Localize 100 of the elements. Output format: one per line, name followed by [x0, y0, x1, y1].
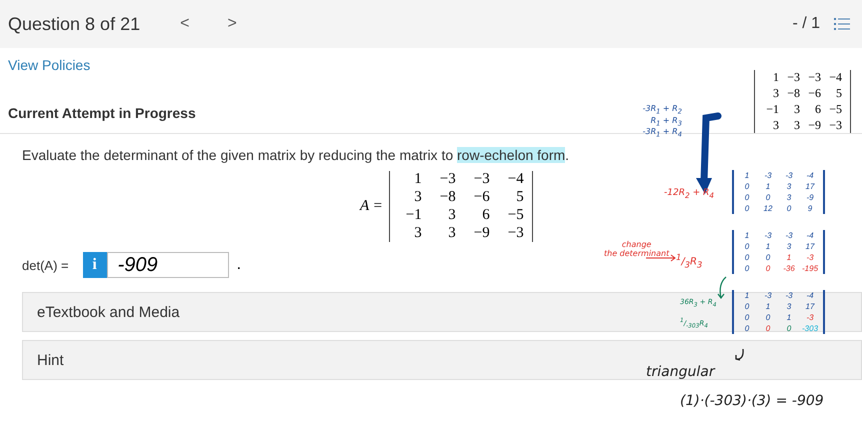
matrix-entry: 3 — [772, 86, 779, 101]
matrix-entry: -4 — [805, 290, 815, 301]
matrix-entry: 0 — [744, 263, 750, 274]
matrix-entry: −8 — [786, 86, 800, 101]
period: . — [236, 256, 242, 274]
next-button[interactable]: > — [213, 15, 251, 33]
matrix-entry: −3 — [786, 70, 800, 85]
matrix-entry: 0 — [744, 252, 750, 263]
matrix-entry: 3 — [793, 102, 800, 117]
matrix-entry: 3 — [793, 118, 800, 133]
matrix-entry: −3 — [828, 118, 842, 133]
matrix-entry: 0 — [764, 263, 772, 274]
matrix-entry: 0 — [764, 312, 772, 323]
matrix-entry: 0 — [744, 181, 750, 192]
matrix-entry: −9 — [807, 118, 821, 133]
matrix-entry: 1 — [764, 301, 772, 312]
matrix-entry: 5 — [835, 86, 842, 101]
matrix-entry: −4 — [828, 70, 842, 85]
curved-arrow-icon — [716, 276, 728, 300]
info-button[interactable]: i — [82, 252, 107, 278]
matrix-entry: 3 — [413, 225, 422, 242]
matrix-entry: -4 — [805, 170, 815, 181]
view-policies-link[interactable]: View Policies — [8, 57, 90, 73]
matrix-entry: 0 — [786, 323, 792, 334]
row-operation-note: -3R$_{1}$ + R$_{4}$ — [642, 127, 682, 139]
matrix-entry: -303 — [802, 323, 818, 334]
matrix-entry: −4 — [506, 171, 524, 188]
matrix-entry: −3 — [807, 70, 821, 85]
matrix-entry: −3 — [438, 171, 456, 188]
matrix-entry: -3 — [784, 230, 794, 241]
matrix-entry: -9 — [805, 192, 815, 203]
matrix-entry: 1 — [772, 70, 779, 85]
matrix-entry: 0 — [744, 312, 750, 323]
matrix-entry: -3 — [805, 312, 815, 323]
matrix-entry: -3 — [784, 170, 794, 181]
matrix-entry: -3 — [763, 290, 773, 301]
row-operation-note: $^{1}$/$_{3}$R$_{3}$ — [676, 252, 702, 270]
matrix-entry: 0 — [744, 203, 750, 214]
matrix-entry: −5 — [828, 102, 842, 117]
matrix-entry: 0 — [764, 323, 772, 334]
matrix-entry: 9 — [806, 203, 814, 214]
question-text: Evaluate the determinant of the given matrix by reducing the matrix to row-echelon form. — [22, 147, 570, 163]
matrix-entry: −8 — [438, 189, 456, 206]
matrix-entry: -3 — [784, 290, 794, 301]
matrix-entry: −1 — [765, 102, 779, 117]
matrix-entry: −6 — [472, 189, 490, 206]
handwritten-note: change — [622, 240, 652, 249]
matrix-entry: 3 — [413, 189, 422, 206]
matrix-entry: 1 — [764, 181, 772, 192]
matrix-label: A = — [360, 198, 383, 215]
matrix-entry: 3 — [447, 225, 456, 242]
matrix-entry: 5 — [515, 189, 524, 206]
attempt-heading: Current Attempt in Progress — [8, 105, 196, 121]
matrix-entry: -3 — [763, 230, 773, 241]
matrix-entry: -36 — [782, 263, 796, 274]
matrix-entry: 3 — [772, 118, 779, 133]
handwritten-note: the determinant — [604, 249, 670, 258]
matrix-entry: 3 — [786, 301, 792, 312]
matrix-entry: -3 — [763, 170, 773, 181]
matrix-entry: 17 — [804, 301, 816, 312]
answer-field[interactable]: -909 — [106, 252, 229, 278]
matrix-entry: 1 — [744, 230, 750, 241]
matrix-entry: -4 — [805, 230, 815, 241]
matrix-entry: −3 — [472, 171, 490, 188]
matrix-entry: 0 — [744, 192, 750, 203]
answer-label: det(A) = — [22, 258, 69, 272]
matrix-entry: 6 — [481, 207, 490, 224]
matrix-entry: 0 — [764, 192, 772, 203]
matrix-entry: 3 — [786, 192, 792, 203]
handwritten-equation: (1)·(-303)·(3) = -909 — [680, 393, 824, 409]
row-operation-note: R$_{1}$ + R$_{3}$ — [650, 116, 682, 128]
matrix-entry: −9 — [472, 225, 490, 242]
previous-button[interactable]: < — [166, 15, 204, 33]
hook-arrow-icon — [734, 348, 746, 362]
matrix-entry: −1 — [404, 207, 422, 224]
matrix-entry: 1 — [786, 312, 792, 323]
matrix-entry: 0 — [744, 301, 750, 312]
row-operation-note: -12R$_{2}$ + R$_{4}$ — [664, 188, 714, 200]
matrix-entry: 1 — [764, 241, 772, 252]
matrix-entry: 17 — [804, 241, 816, 252]
matrix-entry: 0 — [744, 323, 750, 334]
matrix-entry: 17 — [804, 181, 816, 192]
matrix-entry: −3 — [506, 225, 524, 242]
matrix-entry: 1 — [744, 290, 750, 301]
matrix-entry: -3 — [805, 252, 815, 263]
matrix-entry: 12 — [762, 203, 774, 214]
matrix-entry: -195 — [802, 263, 818, 274]
matrix-entry: −5 — [506, 207, 524, 224]
row-operation-note: -3R$_{1}$ + R$_{2}$ — [642, 104, 682, 116]
matrix-entry: 1 — [413, 171, 422, 188]
matrix-entry: 3 — [786, 181, 792, 192]
score: - / 1 — [792, 15, 820, 33]
matrix-entry: −6 — [807, 86, 821, 101]
list-icon[interactable] — [834, 16, 850, 32]
matrix-entry: 1 — [744, 170, 750, 181]
matrix-entry: 1 — [786, 252, 792, 263]
matrix-entry: 6 — [814, 102, 821, 117]
matrix-entry: 0 — [764, 252, 772, 263]
matrix-entry: 0 — [786, 203, 792, 214]
handwritten-note: triangular — [646, 364, 715, 380]
